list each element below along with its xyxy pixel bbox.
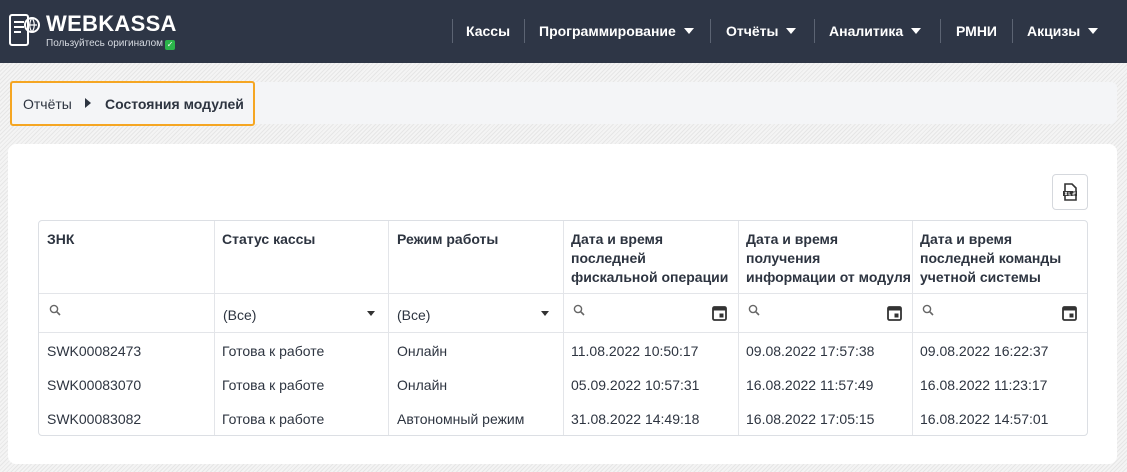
calendar-icon[interactable] bbox=[887, 305, 902, 321]
header-line: информации от модуля bbox=[746, 269, 911, 285]
filter-znk[interactable] bbox=[39, 293, 214, 333]
calendar-icon[interactable] bbox=[712, 305, 727, 321]
nav-programming[interactable]: Программирование bbox=[539, 19, 694, 43]
column-header-last-command[interactable]: Дата и время последней команды учетной с… bbox=[920, 230, 1061, 287]
cell-znk: SWK00082473 bbox=[47, 343, 142, 359]
logo-subtitle-text: Пользуйтесь оригиналом bbox=[46, 38, 164, 49]
caret-down-icon bbox=[786, 28, 797, 34]
header-line: получения bbox=[746, 250, 821, 266]
cell-module-info: 16.08.2022 11:57:49 bbox=[746, 377, 874, 393]
search-icon bbox=[748, 304, 760, 316]
nav-reports-label: Отчёты bbox=[726, 23, 779, 39]
cell-module-info: 16.08.2022 17:05:15 bbox=[746, 411, 875, 427]
cell-last-command: 09.08.2022 16:22:37 bbox=[920, 343, 1049, 359]
export-button[interactable] bbox=[1052, 174, 1088, 210]
nav-separator bbox=[814, 19, 815, 43]
header-line: Дата и время bbox=[571, 231, 664, 247]
top-navbar: WEBKASSA Пользуйтесь оригиналом ✓ Кассы П… bbox=[0, 0, 1127, 63]
nav-reports[interactable]: Отчёты bbox=[726, 19, 797, 43]
breadcrumb-parent[interactable]: Отчёты bbox=[23, 96, 72, 112]
filter-last-command-date[interactable] bbox=[912, 293, 1087, 333]
nav-separator bbox=[710, 19, 711, 43]
header-line: Дата и время bbox=[920, 231, 1013, 247]
cell-mode: Онлайн bbox=[397, 343, 448, 359]
filter-module-info-date[interactable] bbox=[738, 293, 912, 333]
filter-last-fiscal-date[interactable] bbox=[563, 293, 738, 333]
nav-excise[interactable]: Акцизы bbox=[1027, 19, 1099, 43]
header-line: последней команды bbox=[920, 250, 1062, 266]
nav-analytics[interactable]: Аналитика bbox=[829, 19, 922, 43]
search-icon bbox=[49, 304, 61, 316]
column-header-module-info[interactable]: Дата и время получения информации от мод… bbox=[746, 230, 911, 287]
cell-status: Готова к работе bbox=[222, 343, 325, 359]
header-line: Дата и время bbox=[746, 231, 839, 247]
breadcrumb-current: Состояния модулей bbox=[105, 96, 244, 112]
nav-separator bbox=[1012, 19, 1013, 43]
cell-last-fiscal: 05.09.2022 10:57:31 bbox=[571, 377, 700, 393]
cell-last-command: 16.08.2022 14:57:01 bbox=[920, 411, 1049, 427]
logo-subtitle: Пользуйтесь оригиналом ✓ bbox=[46, 38, 176, 50]
cell-status: Готова к работе bbox=[222, 377, 325, 393]
calendar-icon[interactable] bbox=[1062, 305, 1077, 321]
search-icon bbox=[573, 304, 585, 316]
caret-down-icon bbox=[911, 28, 922, 34]
logo-title: WEBKASSA bbox=[46, 11, 177, 36]
filter-mode-select[interactable]: (Все) bbox=[388, 293, 563, 333]
logo[interactable]: WEBKASSA Пользуйтесь оригиналом ✓ bbox=[8, 10, 188, 52]
filter-status-select[interactable]: (Все) bbox=[214, 293, 388, 333]
column-header-last-fiscal[interactable]: Дата и время последней фискальной операц… bbox=[571, 230, 728, 287]
cell-last-fiscal: 31.08.2022 14:49:18 bbox=[571, 411, 700, 427]
cell-mode: Автономный режим bbox=[397, 411, 525, 427]
nav-kassy-label: Кассы bbox=[466, 23, 511, 39]
breadcrumb-separator-icon bbox=[85, 98, 91, 108]
nav-excise-label: Акцизы bbox=[1027, 23, 1081, 39]
check-icon: ✓ bbox=[165, 40, 176, 50]
caret-down-icon bbox=[367, 311, 375, 316]
filter-status-value: (Все) bbox=[223, 307, 257, 323]
header-line: последней bbox=[571, 250, 646, 266]
header-line: учетной системы bbox=[920, 269, 1041, 285]
column-header-znk[interactable]: ЗНК bbox=[47, 230, 74, 249]
cash-register-icon bbox=[9, 14, 40, 46]
caret-down-icon bbox=[1088, 28, 1099, 34]
column-header-status[interactable]: Статус кассы bbox=[222, 230, 315, 249]
nav-separator bbox=[452, 19, 453, 43]
nav-rmni[interactable]: РМНИ bbox=[956, 19, 997, 43]
filter-mode-value: (Все) bbox=[397, 307, 431, 323]
nav-separator bbox=[524, 19, 525, 43]
cell-module-info: 09.08.2022 17:57:38 bbox=[746, 343, 875, 359]
search-icon bbox=[922, 304, 934, 316]
nav-rmni-label: РМНИ bbox=[956, 23, 997, 39]
caret-down-icon bbox=[683, 28, 694, 34]
cell-last-command: 16.08.2022 11:23:17 bbox=[920, 377, 1048, 393]
nav-separator bbox=[940, 19, 941, 43]
nav-programming-label: Программирование bbox=[539, 23, 676, 39]
cell-znk: SWK00083070 bbox=[47, 377, 142, 393]
cell-znk: SWK00083082 bbox=[47, 411, 142, 427]
xlsx-export-icon bbox=[1063, 183, 1077, 201]
header-line: фискальной операции bbox=[571, 269, 729, 285]
cell-last-fiscal: 11.08.2022 10:50:17 bbox=[571, 343, 699, 359]
nav-kassy[interactable]: Кассы bbox=[466, 19, 510, 43]
column-header-mode[interactable]: Режим работы bbox=[397, 230, 498, 249]
cell-mode: Онлайн bbox=[397, 377, 448, 393]
cell-status: Готова к работе bbox=[222, 411, 325, 427]
caret-down-icon bbox=[541, 311, 549, 316]
nav-analytics-label: Аналитика bbox=[829, 23, 904, 39]
modules-state-table: ЗНК Статус кассы Режим работы Дата и вре… bbox=[38, 220, 1088, 436]
